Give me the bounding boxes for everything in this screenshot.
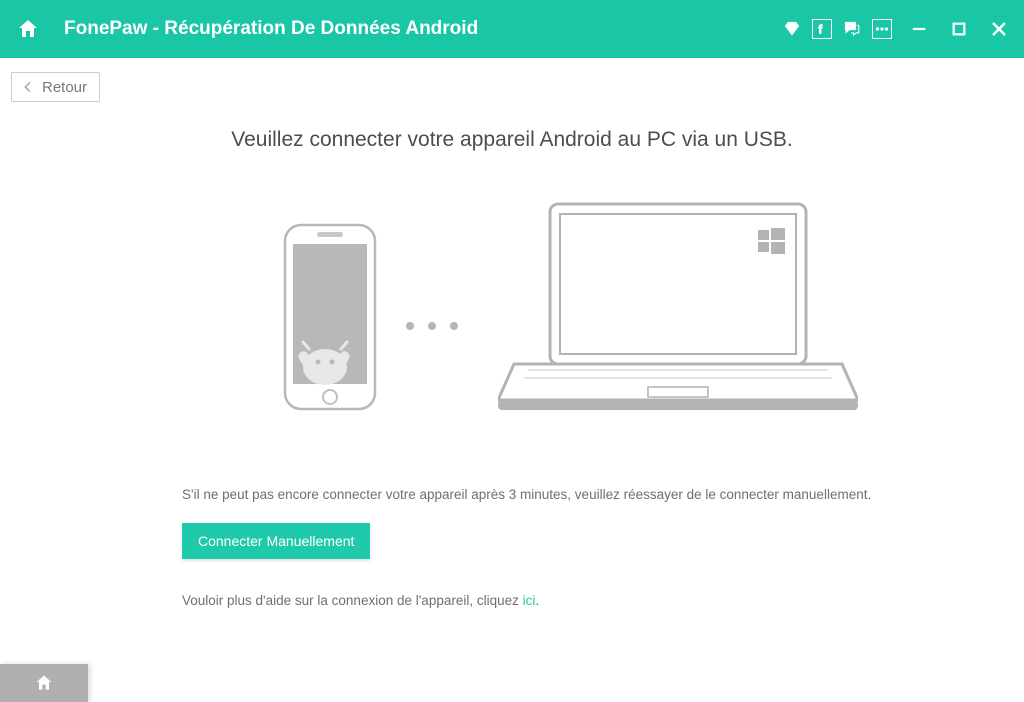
phone-icon [282, 222, 378, 412]
connect-illustration [0, 192, 1024, 452]
page-heading: Veuillez connecter votre appareil Androi… [0, 128, 1024, 152]
windows-icon [758, 228, 785, 254]
maximize-button[interactable] [946, 16, 972, 42]
help-link[interactable]: ici [523, 593, 536, 608]
help-prefix: Vouloir plus d'aide sur la connexion de … [182, 593, 523, 608]
connect-manually-button[interactable]: Connecter Manuellement [182, 523, 370, 559]
info-block: S'il ne peut pas encore connecter votre … [182, 486, 902, 608]
titlebar: FonePaw - Récupération De Données Androi… [0, 0, 1024, 58]
laptop-icon [498, 198, 858, 418]
facebook-icon[interactable]: f [812, 19, 832, 39]
close-button[interactable] [986, 16, 1012, 42]
back-label: Retour [42, 79, 87, 96]
app-title: FonePaw - Récupération De Données Androi… [64, 18, 780, 40]
home-icon [16, 17, 40, 41]
back-button[interactable]: Retour [11, 72, 100, 102]
home-icon [34, 673, 54, 693]
title-actions: f [780, 16, 1012, 42]
home-button[interactable] [6, 0, 50, 58]
arrow-left-icon [20, 79, 36, 95]
svg-text:f: f [818, 23, 823, 37]
footer-home-button[interactable] [0, 664, 88, 702]
feedback-icon[interactable] [840, 17, 864, 41]
note-text: S'il ne peut pas encore connecter votre … [182, 486, 902, 505]
more-icon[interactable] [872, 19, 892, 39]
minimize-button[interactable] [906, 16, 932, 42]
connection-dots [406, 322, 458, 330]
help-text: Vouloir plus d'aide sur la connexion de … [182, 593, 902, 608]
diamond-icon[interactable] [780, 17, 804, 41]
